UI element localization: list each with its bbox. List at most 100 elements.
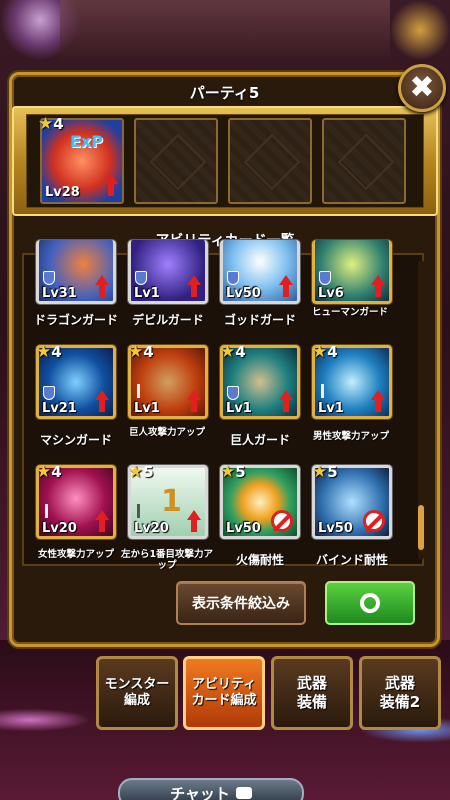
card-name: 巨人ガード: [229, 433, 290, 447]
slot-star-count: 4: [53, 115, 64, 133]
ability-card-machine-guard[interactable]: ★4 Lv21: [36, 342, 116, 419]
card-level: Lv20: [42, 521, 77, 536]
card-name: ゴッドガード: [223, 313, 296, 327]
up-arrow-icon: [95, 510, 109, 532]
empty-slot-emblem: [243, 133, 301, 191]
ability-card-female-attack-up[interactable]: ★4 Lv20: [36, 462, 116, 539]
number-one-glyph: 1: [161, 484, 182, 519]
party-slot-4[interactable]: [322, 118, 406, 204]
prohibited-icon: [271, 510, 293, 532]
star-icon: ★: [36, 462, 52, 482]
card-name: ヒューマンガード: [311, 307, 388, 318]
star-count: 4: [51, 463, 62, 481]
star-count: 5: [327, 463, 338, 481]
shield-icon: [227, 386, 239, 400]
card-stars: ★5: [312, 462, 338, 482]
card-name: マシンガード: [39, 433, 112, 447]
star-count: 5: [235, 463, 246, 481]
star-count: 5: [143, 463, 154, 481]
star-icon: ★: [38, 114, 54, 134]
tab-weapon-equip[interactable]: 武器 装備: [271, 656, 353, 730]
tab-ability-card-formation[interactable]: アビリティ カード編成: [183, 656, 265, 730]
card-level: Lv6: [318, 286, 344, 301]
star-count: 4: [51, 343, 62, 361]
ability-card-bind-resist[interactable]: ★5 Lv50: [312, 462, 392, 539]
card-stars: ★4: [220, 342, 246, 362]
card-stars: ★4: [312, 342, 338, 362]
star-count: 4: [235, 343, 246, 361]
ability-card-burn-resist[interactable]: ★5 Lv50: [220, 462, 300, 539]
up-arrow-icon: [187, 510, 201, 532]
star-count: 4: [143, 343, 154, 361]
up-arrow-icon: [104, 174, 118, 196]
tab-monster-formation[interactable]: モンスター 編成: [96, 656, 178, 730]
card-name: 男性攻撃力アップ: [312, 431, 389, 442]
empty-slot-emblem: [149, 133, 207, 191]
prohibited-icon: [363, 510, 385, 532]
up-arrow-icon: [371, 390, 385, 412]
party-slot-2[interactable]: [134, 118, 218, 204]
up-arrow-icon: [371, 275, 385, 297]
card-level: Lv20: [134, 521, 169, 536]
up-arrow-icon: [187, 390, 201, 412]
shield-icon: [135, 271, 147, 285]
ability-card-left-first-attack-up[interactable]: ★5 1 Lv20: [128, 462, 208, 539]
card-level: Lv1: [318, 401, 344, 416]
star-count: 4: [327, 343, 338, 361]
party-slot-1[interactable]: ExP ★4 Lv28: [38, 114, 124, 204]
card-name: デビルガード: [132, 313, 204, 327]
star-icon: ★: [220, 462, 236, 482]
star-icon: ★: [128, 462, 144, 482]
circle-ok-icon: [360, 593, 380, 613]
card-stars: ★5: [220, 462, 246, 482]
ability-card-giant-guard[interactable]: ★4 Lv1: [220, 342, 300, 419]
sword-icon: [137, 504, 140, 518]
up-arrow-icon: [187, 275, 201, 297]
card-level: Lv31: [42, 286, 77, 301]
card-list-scrollbar[interactable]: [418, 260, 424, 560]
sword-icon: [137, 384, 140, 398]
up-arrow-icon: [279, 275, 293, 297]
slot-stars: ★4: [38, 114, 64, 134]
card-name: 火傷耐性: [235, 553, 284, 567]
ability-card-dragon-guard[interactable]: Lv31: [36, 240, 116, 304]
star-icon: ★: [220, 342, 236, 362]
chat-bubble-icon: [235, 787, 252, 799]
filter-conditions-button[interactable]: 表示条件絞込み: [176, 581, 306, 625]
sword-icon: [321, 384, 324, 398]
sword-icon: [45, 504, 48, 518]
ability-card-male-attack-up[interactable]: ★4 Lv1: [312, 342, 392, 419]
up-arrow-icon: [95, 275, 109, 297]
card-level: Lv21: [42, 401, 77, 416]
star-icon: ★: [312, 342, 328, 362]
card-name: ドラゴンガード: [33, 313, 118, 327]
card-level: Lv50: [226, 521, 261, 536]
shield-icon: [43, 271, 55, 285]
shield-icon: [319, 271, 331, 285]
confirm-button[interactable]: [325, 581, 415, 625]
chat-label: チャット: [170, 784, 230, 800]
ability-card-devil-guard[interactable]: Lv1: [128, 240, 208, 304]
ability-card-human-guard[interactable]: Lv6: [312, 240, 392, 304]
ability-card-god-guard[interactable]: Lv50: [220, 240, 300, 304]
scrollbar-thumb[interactable]: [418, 505, 424, 550]
dialog-title: パーティ5: [189, 84, 260, 102]
card-level: Lv50: [226, 286, 261, 301]
chat-button[interactable]: チャット: [118, 778, 304, 800]
card-level: Lv1: [134, 286, 160, 301]
up-arrow-icon: [279, 390, 293, 412]
star-icon: ★: [36, 342, 52, 362]
tab-weapon-equip-2[interactable]: 武器 装備2: [359, 656, 441, 730]
empty-slot-emblem: [337, 133, 395, 191]
card-stars: ★4: [36, 342, 62, 362]
close-button[interactable]: ✖: [398, 64, 446, 112]
shield-icon: [227, 271, 239, 285]
close-icon: ✖: [409, 70, 435, 105]
star-icon: ★: [312, 462, 328, 482]
ability-card-giant-attack-up[interactable]: ★4 Lv1: [128, 342, 208, 419]
shield-icon: [43, 386, 55, 400]
background-top-strip: [60, 0, 390, 60]
party-slot-3[interactable]: [228, 118, 312, 204]
up-arrow-icon: [95, 390, 109, 412]
card-level: Lv1: [134, 401, 160, 416]
